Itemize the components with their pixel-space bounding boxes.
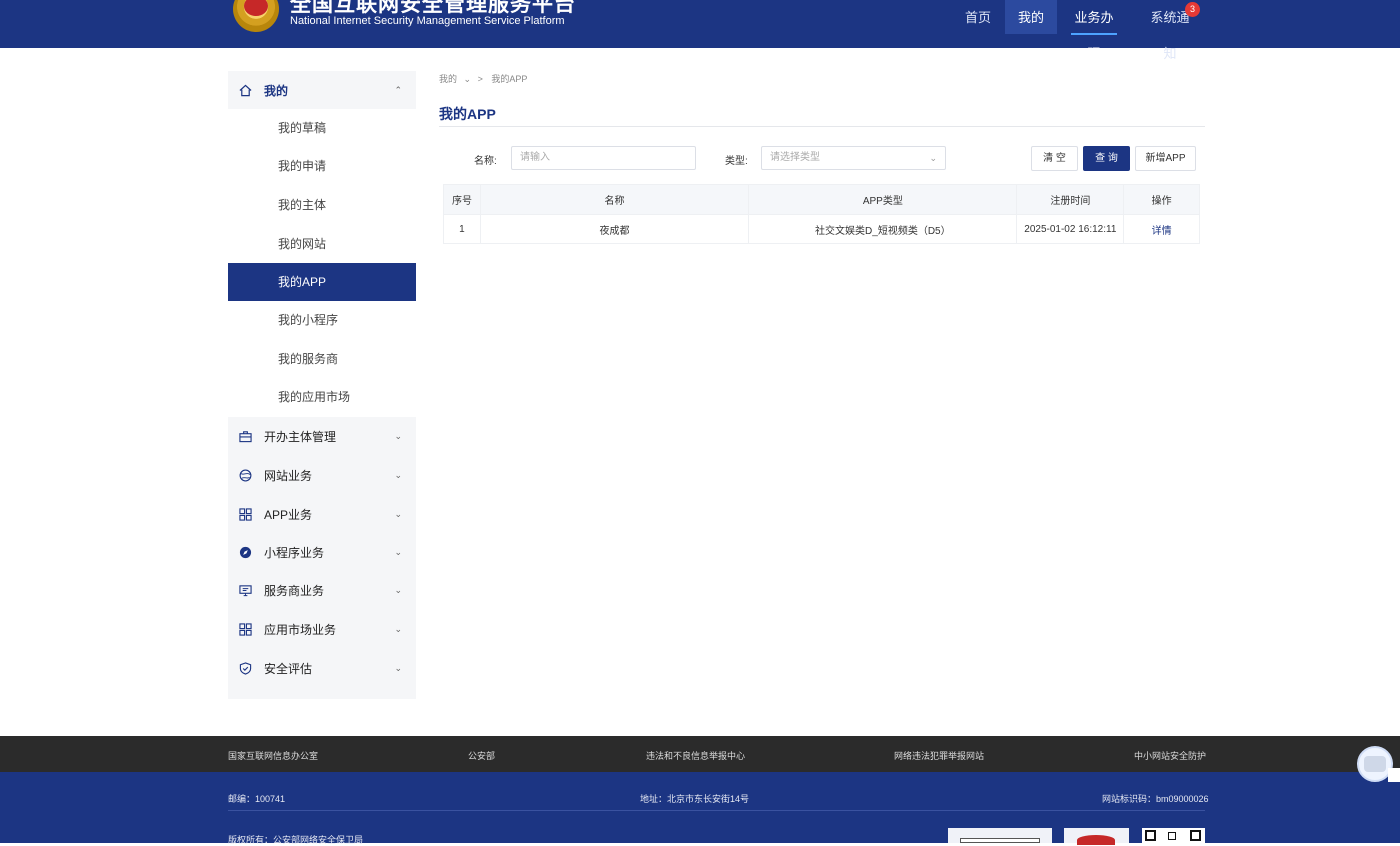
sidebar-group-security-assessment[interactable]: 安全评估 ⌄	[228, 649, 416, 687]
platform-subtitle: National Internet Security Management Se…	[290, 15, 565, 27]
sidebar-group-label: 开办主体管理	[264, 429, 337, 444]
sidebar-group-label: 网站业务	[264, 468, 313, 483]
globe-icon	[238, 468, 252, 482]
nav-mine[interactable]: 我的	[1005, 0, 1057, 34]
top-header: 全国互联网安全管理服务平台 National Internet Security…	[0, 0, 1400, 61]
clear-button[interactable]: 清 空	[1031, 146, 1078, 171]
chevron-down-icon: ⌄	[394, 546, 402, 557]
grid-icon	[238, 622, 252, 636]
sidebar-submenu-mine: 我的草稿 我的申请 我的主体 我的网站 我的APP 我的小程序 我的服务商 我的…	[228, 109, 416, 417]
sidebar-item-entities[interactable]: 我的主体	[228, 186, 416, 224]
footer-postcode: 邮编：100741	[228, 794, 286, 804]
breadcrumb-separator: >	[477, 74, 483, 84]
type-select-placeholder: 请选择类型	[770, 152, 820, 163]
sidebar-group-label: APP业务	[264, 507, 313, 522]
nav-business[interactable]: 业务办理	[1071, 0, 1117, 61]
row-index: 1	[444, 215, 481, 243]
compass-icon	[238, 545, 252, 559]
police-badge-icon[interactable]	[1064, 828, 1129, 845]
shield-icon	[238, 661, 252, 675]
chevron-down-icon: ⌄	[394, 508, 402, 519]
footer-link-report-center[interactable]: 违法和不良信息举报中心	[646, 749, 745, 762]
chevron-down-icon: ⌄	[394, 430, 402, 441]
footer-link-cac[interactable]: 国家互联网信息办公室	[228, 749, 318, 762]
sidebar-item-service-providers[interactable]: 我的服务商	[228, 340, 416, 378]
footer-divider	[228, 810, 1205, 811]
breadcrumb: 我的 ⌄ > 我的APP	[439, 72, 527, 85]
sidebar-group-mine[interactable]: 我的 ⌃	[228, 71, 416, 109]
notification-count-badge: 3	[1185, 2, 1200, 17]
breadcrumb-current: 我的APP	[491, 74, 528, 84]
column-header-app-type: APP类型	[749, 185, 1018, 214]
page-title: 我的APP	[439, 106, 496, 122]
police-emblem-logo[interactable]	[233, 0, 279, 32]
chevron-up-icon: ⌃	[394, 84, 402, 95]
briefcase-icon	[238, 429, 252, 443]
sidebar-menu: 我的 ⌃ 我的草稿 我的申请 我的主体 我的网站 我的APP 我的小程序 我的服…	[228, 71, 416, 699]
type-filter-label: 类型:	[725, 156, 748, 167]
chevron-down-icon: ⌄	[394, 662, 402, 673]
sidebar-group-app-market-business[interactable]: 应用市场业务 ⌄	[228, 610, 416, 648]
column-header-registered-at: 注册时间	[1017, 185, 1125, 214]
sidebar-item-applications[interactable]: 我的申请	[228, 147, 416, 185]
row-registered-at: 2025-01-02 16:12:11	[1017, 215, 1125, 243]
sidebar-group-miniprogram-business[interactable]: 小程序业务 ⌄	[228, 533, 416, 571]
column-header-actions: 操作	[1151, 196, 1172, 207]
qr-code-icon	[1142, 828, 1205, 843]
sidebar-group-website-business[interactable]: 网站业务 ⌄	[228, 456, 416, 494]
chevron-down-icon: ⌄	[929, 153, 937, 163]
column-header-index: 序号	[444, 185, 481, 214]
sidebar-group-app-business[interactable]: APP业务 ⌄	[228, 495, 416, 533]
sidebar-item-miniprograms[interactable]: 我的小程序	[228, 301, 416, 339]
footer-copyright: 版权所有：公安部网络安全保卫局	[228, 835, 364, 845]
name-search-input[interactable]: 请输入	[511, 146, 696, 170]
sidebar-group-service-provider-business[interactable]: 服务商业务 ⌄	[228, 571, 416, 609]
table-header: 序号 名称 APP类型 注册时间 操作	[444, 185, 1199, 214]
monitor-icon	[238, 583, 252, 597]
certification-badge[interactable]	[948, 828, 1052, 843]
chevron-down-icon[interactable]: ⌄	[464, 74, 472, 84]
footer-link-mps[interactable]: 公安部	[468, 749, 495, 762]
sidebar-group-label: 服务商业务	[264, 583, 325, 598]
title-divider	[439, 126, 1205, 127]
sidebar-group-entity-management[interactable]: 开办主体管理 ⌄	[228, 417, 416, 455]
nav-home[interactable]: 首页	[955, 0, 1001, 34]
sidebar-group-label: 安全评估	[264, 661, 313, 676]
add-app-button[interactable]: 新增APP	[1135, 146, 1196, 171]
footer-site-id: 网站标识码：bm09000026	[1102, 794, 1209, 804]
details-link[interactable]: 详情	[1124, 215, 1199, 243]
home-icon	[238, 83, 252, 97]
chevron-down-icon: ⌄	[394, 584, 402, 595]
type-select[interactable]: 请选择类型 ⌄	[761, 146, 946, 170]
table-row: 1 夜成都 社交文娱类D_短视频类（D5） 2025-01-02 16:12:1…	[444, 214, 1199, 243]
footer-address: 地址：北京市东长安街14号	[640, 794, 750, 804]
grid-icon	[238, 507, 252, 521]
footer-link-cybercrime-report[interactable]: 网络违法犯罪举报网站	[894, 749, 984, 762]
sidebar-item-apps[interactable]: 我的APP	[228, 263, 416, 301]
sidebar-group-label: 小程序业务	[264, 545, 325, 560]
breadcrumb-root[interactable]: 我的	[439, 74, 457, 84]
query-button[interactable]: 查 询	[1083, 146, 1130, 171]
chevron-down-icon: ⌄	[394, 623, 402, 634]
row-app-type: 社交文娱类D_短视频类（D5）	[749, 215, 1018, 243]
sidebar-item-websites[interactable]: 我的网站	[228, 225, 416, 263]
app-table: 序号 名称 APP类型 注册时间 操作 1 夜成都 社交文娱类D_短视频类（D5…	[443, 184, 1200, 244]
sidebar-item-drafts[interactable]: 我的草稿	[228, 109, 416, 147]
name-filter-label: 名称:	[474, 156, 497, 167]
sidebar-group-label: 应用市场业务	[264, 622, 337, 637]
chat-widget-tab[interactable]	[1388, 768, 1400, 782]
column-header-name: 名称	[481, 185, 750, 214]
chevron-down-icon: ⌄	[394, 469, 402, 480]
footer-link-sme-protection[interactable]: 中小网站安全防护	[1134, 749, 1206, 762]
sidebar-item-app-markets[interactable]: 我的应用市场	[228, 378, 416, 416]
sidebar-group-label: 我的	[264, 83, 289, 98]
row-app-name: 夜成都	[481, 215, 750, 243]
